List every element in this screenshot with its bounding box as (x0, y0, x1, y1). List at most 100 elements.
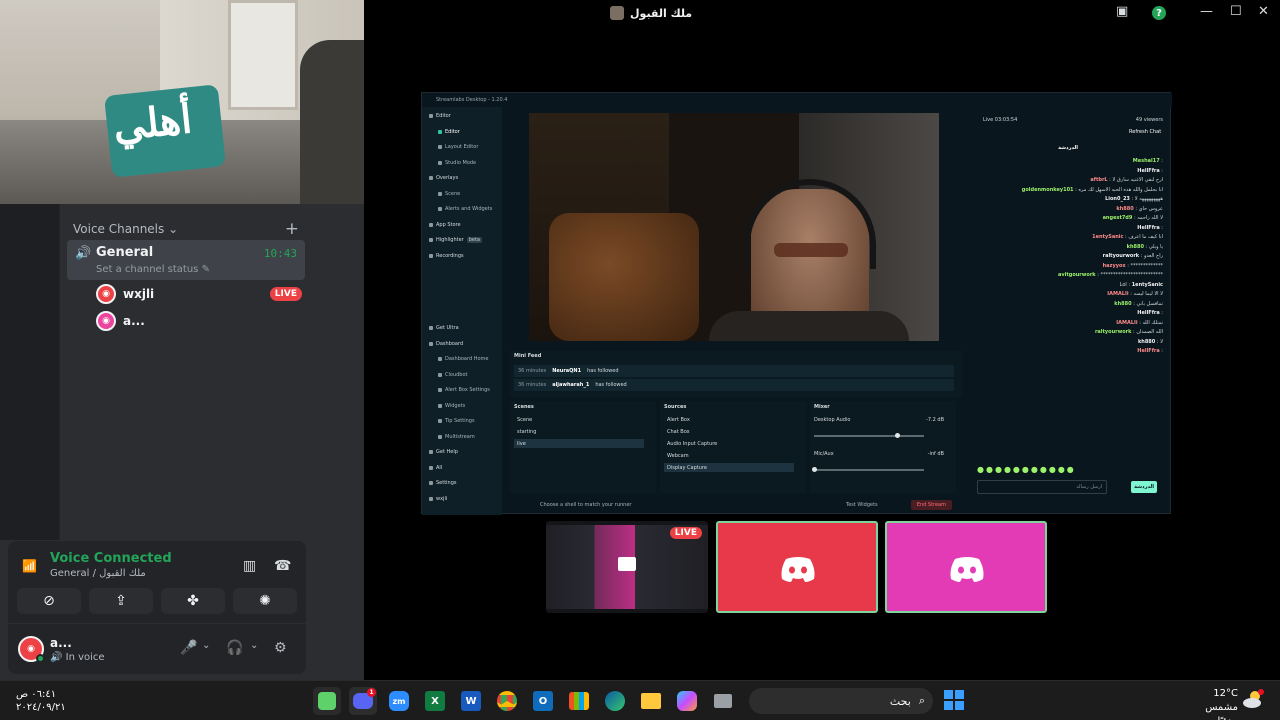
chat-username[interactable]: raltyourwork (1103, 253, 1140, 259)
chevron-down-icon[interactable]: ⌄ (250, 640, 258, 651)
end-stream-button[interactable]: End Stream (910, 500, 952, 510)
chrome-app-icon[interactable] (493, 687, 521, 715)
settings-gear-icon[interactable]: ⚙ (274, 640, 287, 656)
chat-input[interactable]: ارسل رسالة (977, 480, 1107, 494)
chat-username[interactable]: kh880 (1116, 206, 1133, 212)
voice-user-2[interactable]: ◉ a... (96, 309, 302, 333)
nav-item[interactable]: Get Help (429, 449, 458, 455)
signal-icon[interactable]: 📶 (22, 559, 38, 575)
nav-item[interactable]: Widgets (438, 403, 465, 409)
chat-username[interactable]: avitgourwork (1058, 272, 1096, 278)
chat-username[interactable]: angest7d9 (1103, 215, 1133, 221)
help-icon[interactable]: ? (1152, 6, 1166, 20)
participant-tile[interactable] (716, 521, 878, 613)
chat-username[interactable]: goldenmonkey101 (1022, 187, 1074, 193)
shell-prompt[interactable]: Choose a shell to match your runner (540, 502, 631, 508)
nav-item[interactable]: Tip Settings (438, 418, 475, 424)
chat-username[interactable]: HellFfra (1137, 348, 1159, 354)
chat-message[interactable]: : Meshal17 (977, 157, 1163, 167)
volume-slider-mic[interactable] (812, 467, 924, 472)
soundboard-button[interactable]: ✺ (233, 588, 297, 614)
emote-bar[interactable]: ●●●●●●●●●●● (977, 465, 1076, 474)
scene-item-selected[interactable]: live (514, 439, 644, 448)
self-name[interactable]: a... (50, 636, 72, 650)
excel-app-icon[interactable]: X (421, 687, 449, 715)
chat-message[interactable]: Lol : 1entySanic (977, 281, 1163, 291)
nav-item[interactable]: Recordings (429, 253, 464, 259)
chat-username[interactable]: raltyourwork (1095, 329, 1132, 335)
nav-item[interactable]: Alerts and Widgets (438, 206, 492, 212)
feed-row[interactable]: 36 minutes NeuraQN1 has followed (514, 365, 954, 377)
chat-message[interactable]: الله الصمدان : raltyourwork (977, 328, 1163, 338)
chat-username[interactable]: kh880 (1127, 244, 1144, 250)
nav-item[interactable]: Scene (438, 191, 460, 197)
chevron-down-icon[interactable]: ⌄ (202, 640, 210, 651)
chat-message[interactable]: : HellFfra (977, 224, 1163, 234)
shared-screen-streamlabs[interactable]: Streamlabs Desktop - 1.20.4 Mini Feed 36… (421, 92, 1172, 515)
noise-suppression-icon[interactable]: ▥ (243, 558, 256, 574)
stream-preview[interactable] (529, 113, 939, 341)
store-app-icon[interactable] (565, 687, 593, 715)
chat-username[interactable]: HellFfra (1137, 310, 1159, 316)
chat-message[interactable]: لا الله زاحمه : angest7d9 (977, 214, 1163, 224)
slider-knob[interactable] (894, 433, 900, 438)
volume-slider-desktop[interactable] (814, 433, 924, 438)
nav-item[interactable]: Editor (429, 113, 451, 119)
chat-message[interactable]: ************************* : avitgourwork (977, 271, 1163, 281)
nav-item[interactable]: Dashboard (429, 341, 463, 347)
chat-username[interactable]: hazyyox (1103, 263, 1126, 269)
nav-item[interactable]: Layout Editor (438, 144, 478, 150)
maximize-button[interactable]: ☐ (1230, 4, 1242, 19)
chat-username[interactable]: HellFfra (1137, 168, 1159, 174)
participant-tile[interactable] (885, 521, 1047, 613)
chat-message[interactable]: انا بحلمل والله هذه الحبه الاسهل لك مره … (977, 186, 1163, 196)
voice-channel-general[interactable]: 🔊 General 10:43 Set a channel status ✎ (67, 240, 305, 280)
chat-username[interactable]: Meshal17 (1133, 158, 1160, 164)
chat-message[interactable]: لا الا ليما ليسه : IAMALIi (977, 290, 1163, 300)
nav-item[interactable]: Alert Box Settings (438, 387, 490, 393)
chat-send-button[interactable]: الدردشة (1131, 481, 1157, 493)
chat-message[interactable]: يا ويلي : kh880 (977, 243, 1163, 253)
nav-item[interactable]: Get Ultra (429, 325, 459, 331)
source-item-selected[interactable]: Display Capture (664, 463, 794, 472)
nav-item[interactable]: Dashboard Home (438, 356, 488, 362)
weather-widget[interactable]: 12°C مشمس جزئيًا (1184, 687, 1238, 720)
microphone-icon[interactable]: 🎤 (180, 640, 197, 656)
chat-message[interactable]: : HellFfra (977, 309, 1163, 319)
chat-username[interactable]: aftbrL (1090, 177, 1107, 183)
test-widgets-button[interactable]: Test Widgets (846, 502, 878, 508)
voice-channels-header[interactable]: Voice Channels ⌄ + (73, 219, 299, 239)
nav-item[interactable]: Highlighter beta (429, 237, 482, 243)
screen-share-button[interactable]: ⇪ (89, 588, 153, 614)
chat-message[interactable]: ارح لنقي الاغنيه سارق لا : aftbrL (977, 176, 1163, 186)
chat-username[interactable]: kh880 (1138, 339, 1155, 345)
source-item[interactable]: Webcam (664, 451, 794, 460)
chat-username[interactable]: IAMALIi (1107, 291, 1128, 297)
nav-item[interactable]: Overlays (429, 175, 458, 181)
minimize-button[interactable]: — (1200, 4, 1213, 19)
chat-message[interactable]: انا كيف ما اعرف : 1entySanic (977, 233, 1163, 243)
stream-tile-wxjli[interactable]: LIVE (546, 521, 708, 613)
taskbar-search[interactable]: بحث ⌕ (749, 688, 933, 714)
chat-username[interactable]: IAMALIi (1116, 320, 1137, 326)
feed-row[interactable]: 36 minutes aljawharah_1 has followed (514, 379, 954, 391)
zoom-app-icon[interactable]: zm (385, 687, 413, 715)
camera-toggle-button[interactable]: ⊘ (17, 588, 81, 614)
discord-app-icon[interactable]: 1 (349, 687, 377, 715)
snipping-tool-icon[interactable] (709, 687, 737, 715)
chat-message[interactable]: هههههههههه لا : Lion0_23 (977, 195, 1163, 205)
self-webcam-video[interactable]: أهلي (0, 0, 364, 204)
close-button[interactable]: ✕ (1258, 4, 1269, 19)
disconnect-icon[interactable]: ☎ (274, 558, 291, 574)
chat-message[interactable]: عروس حاي : kh880 (977, 205, 1163, 215)
chat-message[interactable]: ************* : hazyyox (977, 262, 1163, 272)
copilot-app-icon[interactable] (673, 687, 701, 715)
chat-message[interactable]: راح العدو : raltyourwork (977, 252, 1163, 262)
source-item[interactable]: Alert Box (664, 415, 794, 424)
nav-item[interactable]: Settings (429, 480, 457, 486)
chat-message[interactable]: تمافسل باني : kh880 (977, 300, 1163, 310)
voice-user-1[interactable]: ◉ wxjli LIVE (96, 282, 302, 306)
refresh-chat-button[interactable]: Refresh Chat (1129, 129, 1161, 135)
voice-location[interactable]: General / ملك القبول (50, 568, 146, 579)
nav-item[interactable]: wxjli (429, 496, 447, 502)
